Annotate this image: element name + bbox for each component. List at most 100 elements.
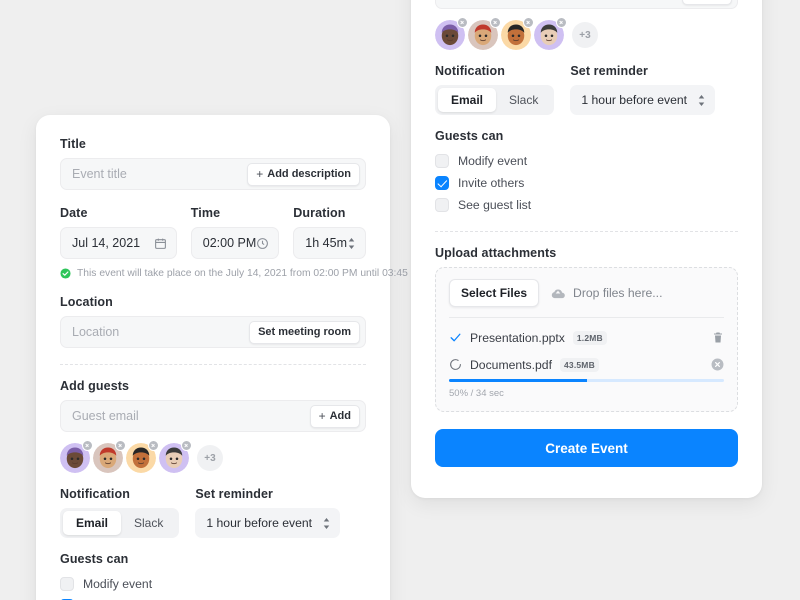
guest-email-input[interactable]: Guest email + Add	[60, 400, 366, 432]
guests-can-label: Guests can	[60, 552, 129, 566]
add-guest-button[interactable]: + Add	[309, 404, 360, 428]
app-canvas: Title Event title + Add description Date…	[0, 0, 800, 600]
guest-avatar-1[interactable]	[435, 17, 468, 50]
permission-row[interactable]: See guest list	[435, 194, 738, 215]
reminder-value: 1 hour before event	[206, 516, 313, 530]
remove-guest-icon[interactable]	[82, 440, 93, 451]
title-placeholder: Event title	[72, 167, 127, 181]
date-value: Jul 14, 2021	[72, 236, 141, 250]
chevron-updown-icon	[322, 517, 331, 530]
duration-value: 1h 45m	[305, 236, 347, 250]
file-row: Presentation.pptx 1.2MB	[449, 324, 724, 351]
dropzone-separator	[449, 317, 724, 318]
notification-option-slack[interactable]: Slack	[121, 511, 176, 535]
event-summary-hint: This event will take place on the July 1…	[60, 268, 426, 279]
checkbox-modify-event[interactable]	[435, 153, 449, 168]
time-label: Time	[190, 206, 221, 220]
file-size: 1.2MB	[572, 330, 607, 345]
permission-label: Modify event	[458, 153, 528, 168]
guest-avatar-2[interactable]	[468, 17, 501, 50]
file-name: Documents.pdf	[470, 357, 552, 372]
guest-avatar-2[interactable]	[93, 440, 126, 473]
create-event-button[interactable]: Create Event	[435, 429, 738, 467]
add-guests-label: Add guests	[60, 379, 130, 393]
file-item: Presentation.pptx 1.2MB	[449, 324, 724, 351]
checkbox-see-guest-list[interactable]	[435, 197, 449, 212]
guest-avatar-1[interactable]	[60, 440, 93, 473]
guests-can-label: Guests can	[435, 129, 504, 143]
remove-guest-icon[interactable]	[148, 440, 159, 451]
notification-toggle[interactable]: Email Slack	[435, 85, 555, 115]
guest-avatar-3[interactable]	[501, 17, 534, 50]
location-input[interactable]: Location Set meeting room	[60, 316, 366, 348]
checkbox-invite-others[interactable]	[435, 175, 449, 190]
cancel-upload-icon[interactable]	[711, 358, 724, 371]
section-divider	[60, 364, 366, 365]
remove-guest-icon[interactable]	[181, 440, 192, 451]
permission-row[interactable]: Invite others	[435, 172, 738, 193]
upload-progress-text: 50% / 34 sec	[449, 388, 504, 399]
permission-row[interactable]: Modify event	[60, 573, 366, 594]
dropzone-hint-text: Drop files here...	[573, 286, 663, 300]
notification-label: Notification	[60, 487, 130, 501]
add-description-button[interactable]: + Add description	[247, 162, 360, 186]
datetime-row: Date Jul 14, 2021 Time 02:00 PM Duration…	[60, 206, 366, 259]
permission-row[interactable]: Modify event	[435, 150, 738, 171]
permission-label: Modify event	[83, 576, 153, 591]
hint-text: This event will take place on the July 1…	[77, 268, 427, 279]
notification-option-email[interactable]: Email	[63, 511, 122, 535]
guest-permissions-list: Modify event Invite others See guest lis…	[60, 573, 366, 600]
file-size: 43.5MB	[559, 357, 599, 372]
duration-stepper[interactable]: 1h 45m	[293, 227, 366, 259]
file-list: Presentation.pptx 1.2MB Documents.pdf 43…	[449, 324, 724, 399]
date-label: Date	[60, 206, 88, 220]
reminder-label: Set reminder	[570, 64, 648, 78]
checkbox-modify-event[interactable]	[60, 576, 74, 591]
avatar-overflow-count[interactable]: +3	[572, 22, 598, 48]
title-label: Title	[60, 137, 86, 151]
guest-avatar-4[interactable]	[159, 440, 192, 473]
permission-label: Invite others	[458, 175, 525, 190]
check-icon	[449, 331, 462, 344]
reminder-value: 1 hour before event	[581, 93, 688, 107]
file-dropzone[interactable]: Select Files Drop files here... Presenta…	[435, 267, 738, 412]
remove-guest-icon[interactable]	[556, 17, 567, 28]
chevron-updown-icon	[347, 237, 356, 250]
event-form-card-left: Title Event title + Add description Date…	[36, 115, 426, 600]
select-files-button[interactable]: Select Files	[449, 279, 540, 307]
notification-row: Notification Email Slack Set reminder 1 …	[60, 487, 366, 538]
avatar-overflow-count[interactable]: +3	[197, 445, 223, 471]
guest-email-input[interactable]: Guest email + Add	[435, 0, 738, 9]
guest-avatar-4[interactable]	[534, 17, 567, 50]
delete-file-icon[interactable]	[712, 331, 724, 344]
title-input[interactable]: Event title + Add description	[60, 158, 366, 190]
cloud-upload-icon	[551, 288, 565, 299]
success-check-icon	[60, 268, 71, 279]
guest-avatar-list: +3	[435, 17, 738, 50]
remove-guest-icon[interactable]	[457, 17, 468, 28]
guest-avatar-3[interactable]	[126, 440, 159, 473]
remove-guest-icon[interactable]	[490, 17, 501, 28]
notification-toggle[interactable]: Email Slack	[60, 508, 180, 538]
reminder-label: Set reminder	[195, 487, 273, 501]
remove-guest-icon[interactable]	[115, 440, 126, 451]
reminder-select[interactable]: 1 hour before event	[195, 508, 341, 538]
notification-option-email[interactable]: Email	[438, 88, 497, 112]
remove-guest-icon[interactable]	[523, 17, 534, 28]
notification-row: Notification Email Slack Set reminder 1 …	[435, 64, 738, 115]
add-guest-button[interactable]: + Add	[681, 0, 732, 5]
location-label: Location	[60, 295, 113, 309]
add-description-label: Add description	[267, 168, 351, 180]
guest-permissions-list: Modify event Invite others See guest lis…	[435, 150, 738, 215]
dropzone-header: Select Files Drop files here...	[449, 279, 724, 307]
location-placeholder: Location	[72, 325, 120, 339]
date-input[interactable]: Jul 14, 2021	[60, 227, 177, 259]
notification-option-slack[interactable]: Slack	[496, 88, 551, 112]
time-input[interactable]: 02:00 PM	[190, 227, 280, 259]
permission-row[interactable]: Invite others	[60, 595, 366, 600]
set-meeting-room-button[interactable]: Set meeting room	[249, 320, 360, 344]
dropzone-hint: Drop files here...	[551, 286, 662, 300]
reminder-select[interactable]: 1 hour before event	[570, 85, 716, 115]
duration-label: Duration	[293, 206, 346, 220]
guest-avatar-list: +3	[60, 440, 366, 473]
